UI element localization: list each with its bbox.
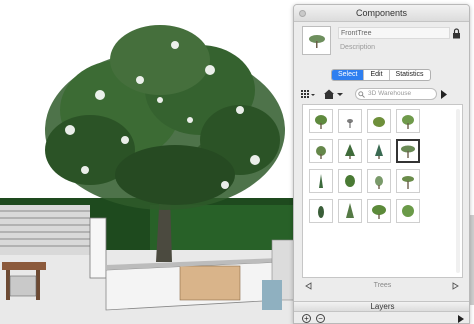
component-thumbnail-cell[interactable] <box>338 109 362 133</box>
tree-icon <box>375 176 383 189</box>
panel-tabs: Select Edit Statistics <box>331 69 431 81</box>
remove-icon[interactable]: − <box>316 314 325 323</box>
component-thumbnail-cell[interactable] <box>338 169 362 193</box>
close-icon[interactable] <box>299 10 306 17</box>
tree-icon <box>402 115 414 129</box>
tree-canopy <box>45 25 285 210</box>
tab-select[interactable]: Select <box>332 70 365 80</box>
component-thumbnail-cell[interactable] <box>338 199 362 223</box>
component-thumbnail-cell[interactable] <box>309 139 333 163</box>
component-thumbnail-cell[interactable] <box>338 139 362 163</box>
collection-nav: Trees <box>302 281 463 291</box>
search-input[interactable]: 3D Warehouse <box>355 88 437 100</box>
tree-icon <box>373 117 385 127</box>
components-panel: Components FrontTree Description Select … <box>293 4 470 324</box>
component-thumbnail-cell[interactable] <box>367 199 391 223</box>
chevron-down-icon[interactable] <box>336 88 344 101</box>
tree-icon <box>401 145 415 158</box>
tree-icon <box>346 203 354 218</box>
tree-icon <box>318 206 324 218</box>
wood-panel <box>179 265 241 301</box>
tree-icon <box>345 144 355 159</box>
component-thumbnail-cell[interactable] <box>367 169 391 193</box>
component-thumbnail-cell[interactable] <box>396 109 420 133</box>
component-thumbnail-cell[interactable] <box>396 139 420 163</box>
sketchup-window: Components FrontTree Description Select … <box>0 0 474 324</box>
tree-icon <box>345 175 355 187</box>
pillar <box>89 217 107 279</box>
forward-icon[interactable] <box>452 282 459 290</box>
component-thumbnail-cell[interactable] <box>309 109 333 133</box>
lock-icon[interactable] <box>452 28 461 39</box>
component-thumbnail[interactable] <box>302 26 331 55</box>
tab-statistics[interactable]: Statistics <box>390 70 430 80</box>
tree-icon <box>347 119 353 128</box>
component-description-field[interactable]: Description <box>338 42 450 54</box>
panel-titlebar[interactable]: Components <box>294 5 469 22</box>
panel-title: Components <box>355 8 408 18</box>
tree-icon <box>375 144 383 159</box>
component-thumbnail-cell[interactable] <box>367 139 391 163</box>
tree-icon <box>402 205 414 217</box>
add-icon[interactable]: + <box>302 314 311 323</box>
bench <box>2 262 46 300</box>
arrow-right-icon[interactable] <box>439 88 449 101</box>
tree-icon <box>315 115 327 129</box>
layers-title: Layers <box>370 302 395 311</box>
slatted-fence <box>0 205 90 255</box>
tree-icon <box>316 146 326 159</box>
tree-icon <box>402 176 414 189</box>
component-thumbnail-cell[interactable] <box>396 169 420 193</box>
collection-label: Trees <box>373 282 392 289</box>
browser-toolbar: 3D Warehouse <box>300 88 465 101</box>
component-thumbnail-cell[interactable] <box>396 199 420 223</box>
home-icon[interactable] <box>323 88 335 101</box>
component-thumbnail-cell[interactable] <box>367 109 391 133</box>
grid-scrollbar[interactable] <box>456 109 460 273</box>
component-name-field[interactable]: FrontTree <box>338 27 450 39</box>
layers-toolbar: + − <box>294 313 469 324</box>
component-header: FrontTree Description <box>294 22 469 68</box>
tree-icon <box>372 205 386 219</box>
layers-titlebar[interactable]: Layers <box>294 301 469 312</box>
tree-icon <box>319 174 323 188</box>
tree-icon <box>308 34 325 48</box>
tab-edit[interactable]: Edit <box>364 70 390 80</box>
grid-view-icon[interactable] <box>300 88 316 101</box>
arrow-right-icon[interactable] <box>457 314 465 324</box>
component-thumbnail-cell[interactable] <box>309 199 333 223</box>
component-thumbnail-grid <box>302 104 463 278</box>
component-thumbnail-cell[interactable] <box>309 169 333 193</box>
